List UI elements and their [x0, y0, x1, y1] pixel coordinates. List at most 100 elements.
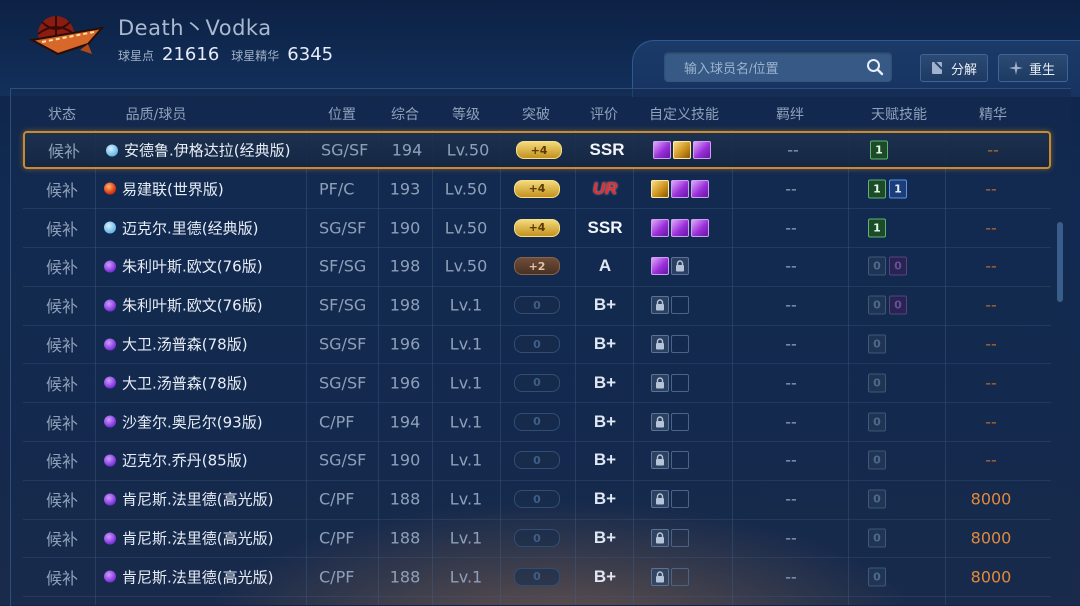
col-talent-skills[interactable]: 天赋技能	[871, 104, 927, 124]
empty-skill-slot	[671, 374, 689, 392]
quality-red-icon	[104, 182, 116, 195]
lock-icon	[651, 335, 669, 353]
skill-purple-icon[interactable]	[691, 179, 709, 198]
rating-badge: UR	[592, 178, 618, 198]
col-bond[interactable]: 羁绊	[776, 104, 804, 124]
player-name: 肯尼斯.法里德(高光版)	[122, 568, 274, 587]
col-breakthrough[interactable]: 突破	[522, 104, 550, 124]
custom-skills-cell	[651, 412, 689, 431]
custom-skills-cell	[651, 490, 689, 509]
quality-purple-icon	[104, 454, 116, 467]
col-overall[interactable]: 综合	[391, 104, 419, 124]
table-row[interactable]: 候补 大卫.汤普森(78版) SG/SF 196 Lv.1 0 B+ -- 0 --	[23, 325, 1051, 363]
lock-icon	[651, 412, 669, 431]
team-name: Death丶Vodka	[118, 16, 272, 40]
lock-icon	[651, 529, 669, 547]
position-cell: C/PF	[319, 489, 355, 509]
breakthrough-badge: 0	[514, 335, 560, 353]
points-label: 球星点	[118, 49, 155, 63]
rating-badge: B+	[593, 566, 617, 586]
quality-blue-icon	[104, 221, 116, 234]
essence-cell: --	[985, 334, 997, 354]
skill-gold-icon[interactable]	[673, 141, 691, 159]
talent-badge: 0	[868, 567, 886, 587]
talent-skills-cell: 00	[868, 295, 907, 315]
overall-cell: 198	[389, 295, 421, 315]
skill-purple-icon[interactable]	[691, 218, 709, 237]
skill-purple-icon[interactable]	[653, 141, 671, 159]
essence-cell: --	[985, 412, 997, 432]
talent-badge: 0	[868, 334, 886, 354]
status-cell: 候补	[45, 413, 79, 433]
rebirth-button[interactable]: 重生	[998, 54, 1068, 82]
player-name-cell: 肯尼斯.法里德(高光版)	[104, 528, 273, 549]
breakthrough-badge: 0	[514, 567, 560, 586]
essence-cell: 8000	[970, 528, 1012, 548]
skill-purple-icon[interactable]	[671, 179, 689, 198]
player-name: 朱利叶斯.欧文(76版)	[122, 296, 263, 315]
table-row[interactable]: 候补 肯尼斯.法里德(高光版) C/PF 188 Lv.1 0 B+ -- 0 8000	[23, 519, 1051, 557]
position-cell: SG/SF	[321, 140, 369, 160]
essence-cell: --	[985, 218, 997, 238]
rating-badge: SSR	[587, 217, 623, 237]
table-row[interactable]: 候补 易建联(世界版) PF/C 193 Lv.50 +4 UR -- 1 1 --	[23, 170, 1051, 208]
skill-purple-icon[interactable]	[651, 257, 669, 276]
table-row[interactable]: 候补 肯尼斯.法里德(高光版) C/PF 188 Lv.1 0 B+ -- 0 8000	[23, 480, 1051, 518]
level-cell: Lv.50	[444, 218, 488, 238]
overall-cell: 198	[389, 256, 421, 276]
talent-skills-cell: 1	[870, 140, 888, 160]
table-row[interactable]: 候补 迈克尔.里德(经典版) SG/SF 190 Lv.50 +4 SSR -- 1 --	[23, 209, 1051, 247]
talent-skills-cell: 0	[868, 567, 886, 587]
bond-cell: --	[785, 295, 797, 315]
col-status[interactable]: 状态	[48, 104, 76, 124]
col-quality-player[interactable]: 品质/球员	[126, 104, 187, 124]
bond-cell: --	[785, 373, 797, 393]
quality-purple-icon	[104, 376, 116, 389]
bond-cell: --	[785, 450, 797, 470]
empty-skill-slot	[671, 335, 689, 353]
talent-skills-cell: 00	[868, 256, 907, 276]
skill-purple-icon[interactable]	[693, 141, 711, 159]
rating-badge: B+	[593, 372, 617, 392]
currency-stats: 球星点 21616 球星精华 6345	[118, 44, 337, 65]
table-row[interactable]: 候补 沙奎尔.奥尼尔(93版) C/PF 194 Lv.1 0 B+ -- 0 --	[23, 403, 1051, 441]
table-row[interactable]: 候补 肯尼斯.法里德(高光版) C/PF 188 Lv.1 0 B+ -- 0 8000	[23, 558, 1051, 596]
overall-cell: 190	[389, 450, 421, 470]
empty-skill-slot	[671, 296, 689, 314]
bond-cell: --	[787, 140, 799, 160]
search-icon[interactable]	[866, 58, 884, 76]
position-cell: SF/SG	[319, 256, 367, 276]
player-name: 易建联(世界版)	[122, 180, 224, 199]
col-rating[interactable]: 评价	[590, 104, 618, 124]
empty-skill-slot	[671, 413, 689, 431]
search-input[interactable]	[664, 52, 876, 84]
table-row[interactable]: 候补 大卫.汤普森(78版) SG/SF 196 Lv.1 0 B+ -- 0 --	[23, 364, 1051, 402]
table-row[interactable]: 候补 朱利叶斯.欧文(76版) SF/SG 198 Lv.1 0 B+ -- 0 0 --	[23, 286, 1051, 324]
rebirth-icon	[1009, 61, 1023, 75]
breakthrough-badge: +4	[514, 179, 560, 198]
col-essence[interactable]: 精华	[979, 104, 1007, 124]
talent-skills-cell: 0	[868, 450, 886, 470]
table-row[interactable]: 候补 朱利叶斯.欧文(76版) SF/SG 198 Lv.50 +2 A -- 0 0 --	[23, 247, 1051, 285]
talent-skills-cell: 1	[868, 218, 886, 238]
player-name: 大卫.汤普森(78版)	[122, 374, 248, 393]
team-logo-icon	[28, 10, 108, 66]
talent-skills-cell: 0	[868, 489, 886, 509]
skill-purple-icon[interactable]	[651, 218, 669, 237]
table-scrollbar[interactable]	[1057, 222, 1063, 302]
skill-gold-icon[interactable]	[651, 179, 669, 198]
table-row[interactable]: 候补 安德鲁.伊格达拉(经典版) SG/SF 194 Lv.50 +4 SSR -- 1 --	[23, 131, 1051, 169]
col-level[interactable]: 等级	[452, 104, 480, 124]
level-cell: Lv.50	[446, 140, 490, 160]
col-custom-skills[interactable]: 自定义技能	[649, 104, 719, 124]
col-position[interactable]: 位置	[328, 104, 356, 124]
table-row[interactable]: 候补 迈克尔.乔丹(85版) SG/SF 190 Lv.1 0 B+ -- 0 --	[23, 441, 1051, 479]
player-name: 肯尼斯.法里德(高光版)	[122, 490, 274, 509]
decompose-button[interactable]: 分解	[920, 54, 988, 82]
decompose-icon	[931, 61, 945, 75]
player-name-cell: 朱利叶斯.欧文(76版)	[104, 256, 263, 277]
skill-purple-icon[interactable]	[671, 218, 689, 237]
player-name: 迈克尔.乔丹(85版)	[122, 451, 248, 470]
breakthrough-badge: +4	[514, 218, 560, 237]
talent-skills-cell: 0	[868, 373, 886, 393]
